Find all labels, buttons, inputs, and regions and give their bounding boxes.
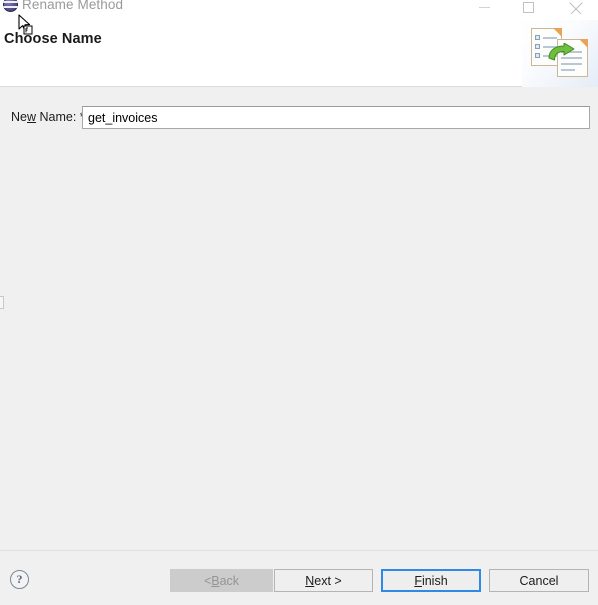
background-window-edge-artifact xyxy=(0,296,4,309)
new-name-field-row: New Name: * xyxy=(0,106,598,130)
back-button-prefix: < xyxy=(203,573,212,588)
next-button-suffix: ext > xyxy=(314,573,342,588)
refactor-rename-icon xyxy=(522,15,598,87)
dialog-content: New Name: * xyxy=(0,87,598,550)
next-button-mnemonic: N xyxy=(305,573,315,588)
finish-button-suffix: inish xyxy=(421,573,448,588)
banner-line-6 xyxy=(561,63,582,65)
new-name-label-prefix: Ne xyxy=(11,110,27,124)
dialog-button-bar: ? < Back Next > Finish Cancel xyxy=(0,550,598,605)
banner-node-1 xyxy=(535,35,540,40)
banner-line-7 xyxy=(561,69,575,71)
maximize-icon xyxy=(522,1,534,13)
banner-fold-right xyxy=(579,39,588,48)
finish-button[interactable]: Finish xyxy=(381,569,481,592)
banner-fold-left xyxy=(553,28,562,37)
new-name-label-suffix: Name: * xyxy=(36,110,85,124)
minimize-icon xyxy=(478,6,490,8)
next-button[interactable]: Next > xyxy=(274,569,373,592)
close-button[interactable] xyxy=(554,0,598,19)
eclipse-oval-icon xyxy=(3,0,18,12)
back-button[interactable]: < Back xyxy=(170,569,273,592)
window-title: Rename Method xyxy=(22,0,124,12)
page-title: Choose Name xyxy=(4,31,102,47)
maximize-button[interactable] xyxy=(506,0,550,19)
close-icon xyxy=(570,1,583,14)
rename-method-dialog: Choose Name Rename Method New Name: * ge… xyxy=(0,0,598,605)
green-arrow-icon xyxy=(548,43,575,61)
new-name-label-mnemonic: w xyxy=(26,110,37,124)
finish-button-mnemonic: F xyxy=(414,573,422,588)
banner-node-2 xyxy=(535,44,540,49)
minimize-button[interactable] xyxy=(462,0,506,19)
banner-line-1 xyxy=(543,37,557,39)
cancel-button-suffix: Cancel xyxy=(519,573,559,588)
back-button-mnemonic: B xyxy=(211,573,220,588)
title-bar[interactable]: Rename Method xyxy=(0,0,598,20)
back-button-suffix: ack xyxy=(219,573,240,588)
banner-node-3 xyxy=(535,53,540,58)
cancel-button[interactable]: Cancel xyxy=(489,569,589,592)
help-icon[interactable]: ? xyxy=(10,570,29,589)
new-name-input[interactable] xyxy=(82,106,590,129)
new-name-label: New Name: * xyxy=(11,110,85,124)
